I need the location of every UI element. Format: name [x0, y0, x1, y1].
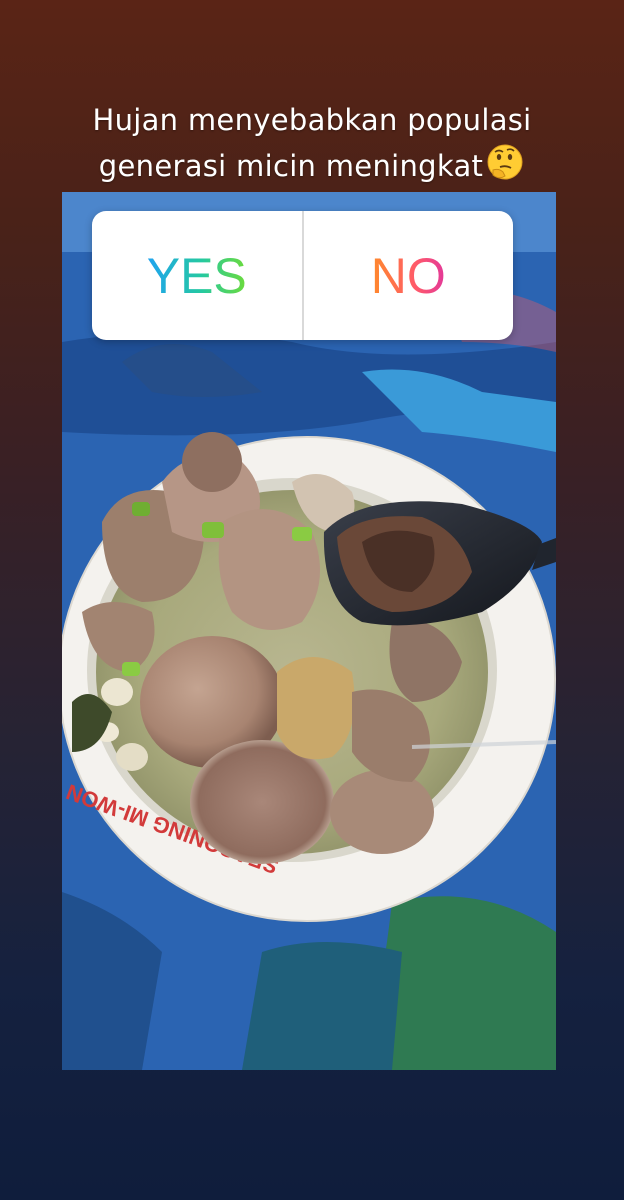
caption-line-2-text: generasi micin meningkat — [98, 149, 484, 183]
poll-option-no-label: NO — [370, 247, 446, 304]
poll-option-yes[interactable]: YES — [92, 211, 302, 340]
poll-option-no[interactable]: NO — [304, 211, 514, 340]
caption-line-1: Hujan menyebabkan populasi — [92, 103, 532, 137]
story-caption: Hujan menyebabkan populasi generasi mici… — [0, 98, 624, 194]
poll-option-yes-label: YES — [146, 247, 247, 304]
caption-line-2: generasi micin meningkat — [0, 142, 624, 194]
poll-sticker: YES NO — [92, 211, 513, 340]
thinking-face-icon — [485, 142, 525, 194]
